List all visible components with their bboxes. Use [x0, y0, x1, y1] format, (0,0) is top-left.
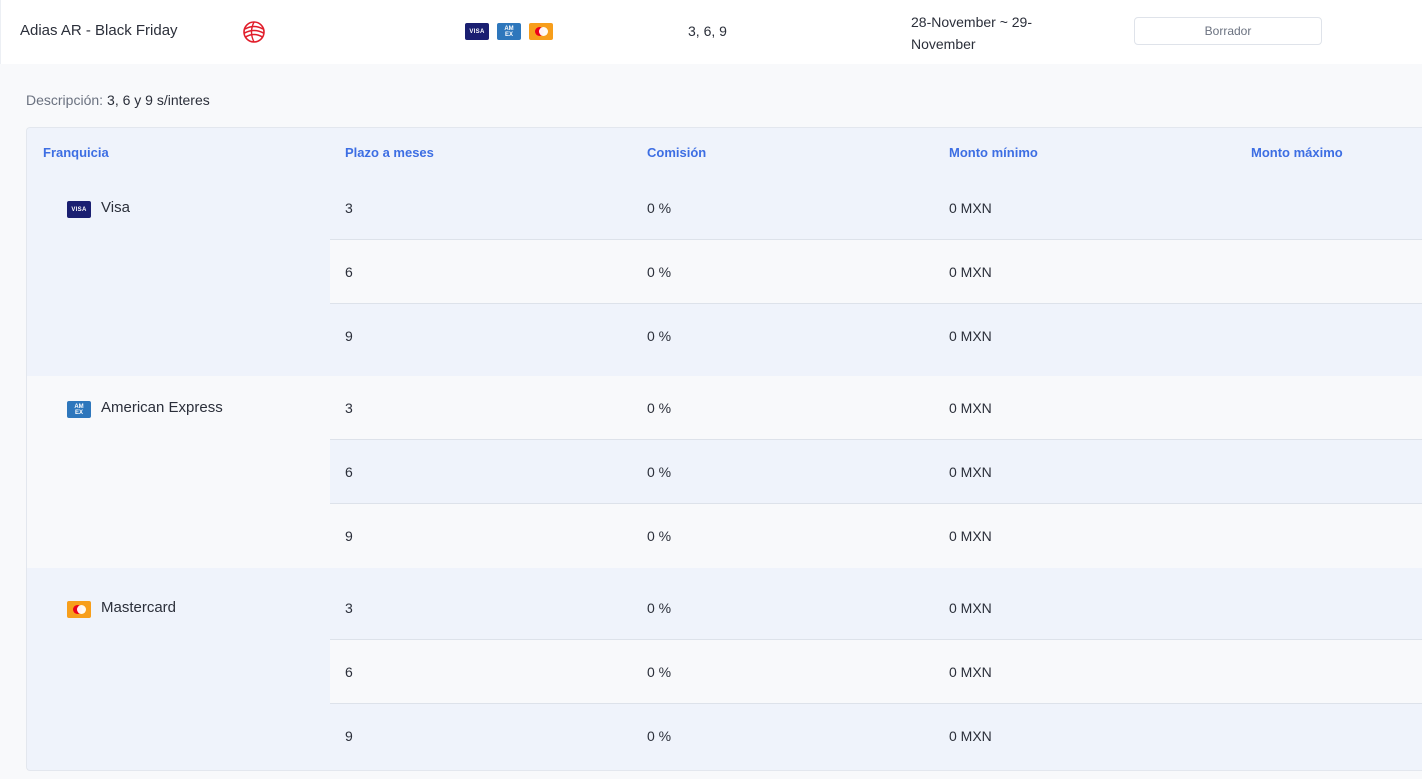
table-row: 6 0 % 0 MXN: [330, 640, 1422, 704]
column-header-comision: Comisión: [647, 145, 707, 160]
visa-icon-text: VISA: [469, 28, 485, 35]
table-row: 6 0 % 0 MXN: [330, 440, 1422, 504]
table-row: 3 0 % 0 MXN: [330, 176, 1422, 240]
campaign-detail: Descripción: 3, 6 y 9 s/interes Franquici…: [0, 64, 1422, 779]
cell-monto-minimo: 0 MXN: [949, 464, 992, 480]
description-label: Descripción:: [26, 92, 104, 108]
campaign-row[interactable]: Adias AR - Black Friday VISA AM EX 3, 6,…: [0, 0, 1422, 64]
campaign-dates: 28-November ~ 29-November: [911, 14, 1033, 52]
franchise-cell: AM EX American Express: [27, 376, 330, 568]
cell-comision: 0 %: [647, 264, 672, 280]
column-header-monto-maximo: Monto máximo: [1251, 145, 1343, 160]
cell-plazo: 9: [345, 728, 353, 744]
cell-monto-minimo: 0 MXN: [949, 600, 992, 616]
cell-comision: 0 %: [647, 528, 672, 544]
campaign-plazos: 3, 6, 9: [688, 23, 727, 39]
table-row: 9 0 % 0 MXN: [330, 704, 1422, 768]
campaign-name: Adias AR - Black Friday: [20, 22, 178, 39]
cell-comision: 0 %: [647, 664, 672, 680]
visa-icon-text: VISA: [71, 206, 87, 213]
visa-icon: VISA: [465, 23, 489, 40]
cell-plazo: 6: [345, 464, 353, 480]
cell-monto-minimo: 0 MXN: [949, 664, 992, 680]
cell-plazo: 6: [345, 664, 353, 680]
description-value: 3, 6 y 9 s/interes: [107, 92, 210, 108]
cell-monto-minimo: 0 MXN: [949, 200, 992, 216]
franchise-cell: Mastercard: [27, 576, 330, 768]
cell-comision: 0 %: [647, 600, 672, 616]
visa-icon: VISA: [67, 201, 91, 218]
table-row: 6 0 % 0 MXN: [330, 240, 1422, 304]
cell-comision: 0 %: [647, 464, 672, 480]
franchise-name: Visa: [101, 199, 130, 216]
column-header-franquicia: Franquicia: [43, 145, 109, 160]
franchise-cell: VISA Visa: [27, 176, 330, 368]
franchise-group-amex: AM EX American Express 3 0 % 0 MXN 6 0 %…: [27, 376, 1422, 568]
red-globe-logo-icon: [243, 21, 265, 43]
description: Descripción: 3, 6 y 9 s/interes: [26, 92, 210, 108]
cell-plazo: 9: [345, 328, 353, 344]
card-icons: VISA AM EX: [465, 23, 553, 40]
cell-comision: 0 %: [647, 400, 672, 416]
franchise-name: American Express: [101, 399, 223, 416]
table-row: 3 0 % 0 MXN: [330, 376, 1422, 440]
amex-icon: AM EX: [497, 23, 521, 40]
table-header: Franquicia Plazo a meses Comisión Monto …: [27, 128, 1422, 176]
cell-monto-minimo: 0 MXN: [949, 400, 992, 416]
franchise-group-mastercard: Mastercard 3 0 % 0 MXN 6 0 % 0 MXN 9 0 %…: [27, 576, 1422, 768]
cell-monto-minimo: 0 MXN: [949, 264, 992, 280]
table-row: 3 0 % 0 MXN: [330, 576, 1422, 640]
mastercard-icon: [67, 601, 91, 618]
cell-comision: 0 %: [647, 200, 672, 216]
cell-plazo: 6: [345, 264, 353, 280]
franchise-name: Mastercard: [101, 599, 177, 616]
amex-icon-text: AM EX: [74, 403, 84, 416]
cell-monto-minimo: 0 MXN: [949, 728, 992, 744]
cell-monto-minimo: 0 MXN: [949, 528, 992, 544]
mastercard-icon: [529, 23, 553, 40]
cell-comision: 0 %: [647, 728, 672, 744]
cell-comision: 0 %: [647, 328, 672, 344]
cell-plazo: 3: [345, 600, 353, 616]
cell-plazo: 3: [345, 200, 353, 216]
table-row: 9 0 % 0 MXN: [330, 304, 1422, 368]
column-header-monto-minimo: Monto mínimo: [949, 145, 1038, 160]
status-button[interactable]: Borrador: [1134, 17, 1322, 45]
cell-plazo: 3: [345, 400, 353, 416]
installments-table: Franquicia Plazo a meses Comisión Monto …: [26, 127, 1422, 771]
amex-icon: AM EX: [67, 401, 91, 418]
column-header-plazo: Plazo a meses: [345, 145, 434, 160]
amex-icon-text: AM EX: [504, 25, 514, 38]
franchise-group-visa: VISA Visa 3 0 % 0 MXN 6 0 % 0 MXN 9 0 % …: [27, 176, 1422, 368]
cell-monto-minimo: 0 MXN: [949, 328, 992, 344]
table-row: 9 0 % 0 MXN: [330, 504, 1422, 568]
cell-plazo: 9: [345, 528, 353, 544]
